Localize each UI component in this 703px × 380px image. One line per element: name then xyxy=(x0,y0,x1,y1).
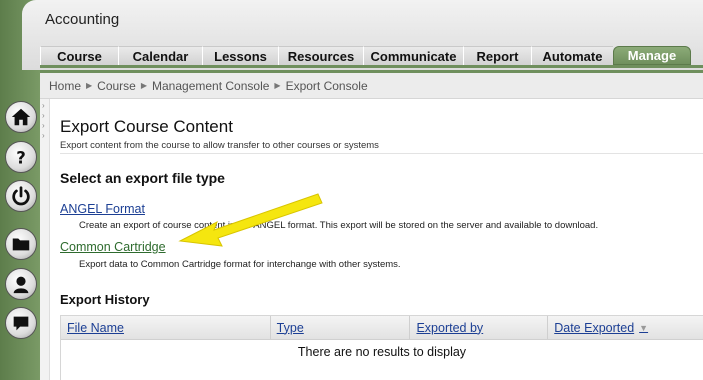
main-tab-bar: Course Calendar Lessons Resources Commun… xyxy=(40,46,703,68)
chat-icon[interactable] xyxy=(5,307,37,339)
sort-down-icon: ▼ xyxy=(639,322,649,333)
user-icon[interactable] xyxy=(5,268,37,300)
breadcrumb-separator-icon: ▶ xyxy=(140,81,148,90)
chevron-right-icon: › xyxy=(42,131,45,140)
tab-course[interactable]: Course xyxy=(40,46,118,65)
tab-communicate[interactable]: Communicate xyxy=(363,46,463,65)
empty-results-message: There are no results to display xyxy=(297,345,467,359)
power-icon[interactable] xyxy=(5,180,37,212)
export-history-heading: Export History xyxy=(60,292,150,307)
page-title: Export Course Content xyxy=(60,117,233,136)
course-title: Accounting xyxy=(45,11,120,28)
column-exported-by[interactable]: Exported by xyxy=(410,316,549,339)
breadcrumb-management-console[interactable]: Management Console xyxy=(152,79,269,93)
tab-report[interactable]: Report xyxy=(463,46,531,65)
chevron-right-icon: › xyxy=(42,111,45,120)
collapse-panel-handle[interactable]: › › › › xyxy=(40,99,50,380)
breadcrumb: Home ▶ Course ▶ Management Console ▶ Exp… xyxy=(40,73,703,99)
column-date-exported-label: Date Exported xyxy=(554,320,635,335)
tab-calendar[interactable]: Calendar xyxy=(118,46,202,65)
column-date-exported[interactable]: Date Exported ▼ xyxy=(548,316,703,339)
column-type[interactable]: Type xyxy=(271,316,411,339)
tab-lessons[interactable]: Lessons xyxy=(202,46,278,65)
export-type-heading: Select an export file type xyxy=(60,170,225,186)
tab-automate[interactable]: Automate xyxy=(531,46,613,65)
tab-manage[interactable]: Manage xyxy=(613,46,691,65)
breadcrumb-home[interactable]: Home xyxy=(49,79,81,93)
tab-resources[interactable]: Resources xyxy=(278,46,363,65)
chevron-right-icon: › xyxy=(42,121,45,130)
common-cartridge-description: Export data to Common Cartridge format f… xyxy=(79,259,401,270)
chevron-right-icon: › xyxy=(42,101,45,110)
breadcrumb-separator-icon: ▶ xyxy=(274,81,281,90)
divider xyxy=(60,153,703,154)
angel-format-link[interactable]: ANGEL Format xyxy=(60,202,145,216)
angel-format-description: Create an export of course content in th… xyxy=(79,220,599,231)
common-cartridge-link[interactable]: Common Cartridge xyxy=(60,240,166,254)
column-file-name[interactable]: File Name xyxy=(61,316,271,339)
breadcrumb-course[interactable]: Course xyxy=(97,79,136,93)
main-content: › › › › Export Course Content Export con… xyxy=(40,99,703,380)
folder-icon[interactable] xyxy=(5,228,37,260)
breadcrumb-separator-icon: ▶ xyxy=(86,81,93,90)
table-header: File Name Type Exported by Date Exported… xyxy=(61,316,703,340)
page-subtitle: Export content from the course to allow … xyxy=(60,140,379,151)
help-icon[interactable]: ? xyxy=(5,141,37,173)
home-icon[interactable] xyxy=(5,101,37,133)
export-history-table: File Name Type Exported by Date Exported… xyxy=(60,315,703,380)
svg-text:?: ? xyxy=(16,148,26,167)
breadcrumb-export-console: Export Console xyxy=(285,78,368,93)
